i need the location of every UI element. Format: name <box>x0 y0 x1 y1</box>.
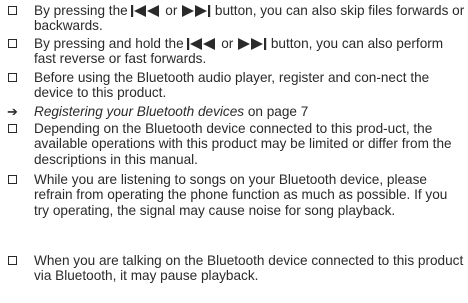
list-item-text: By pressing the or button, you can also … <box>34 3 465 34</box>
skip-back-icon <box>131 5 161 17</box>
checkbox-bullet-icon <box>8 124 17 133</box>
cross-reference: ➔ Registering your Bluetooth devices on … <box>7 104 466 119</box>
list-item-text: By pressing and hold the or button, you … <box>34 36 444 67</box>
list-item: When you are talking on the Bluetooth de… <box>8 253 466 284</box>
checkbox-bullet-icon <box>8 39 17 48</box>
list-item: Depending on the Bluetooth device connec… <box>8 121 466 167</box>
checkbox-bullet-icon <box>8 175 17 184</box>
list-item-text: Before using the Bluetooth audio player,… <box>34 70 430 101</box>
checkbox-bullet-icon <box>8 73 17 82</box>
list-item: By pressing and hold the or button, you … <box>8 36 466 67</box>
skip-back-icon <box>187 38 217 50</box>
skip-forward-icon <box>181 5 211 17</box>
arrow-reference-icon: ➔ <box>7 104 18 119</box>
checkbox-bullet-icon <box>8 6 17 15</box>
skip-forward-icon <box>237 38 267 50</box>
cross-reference-link[interactable]: Registering your Bluetooth devices <box>34 104 244 119</box>
list-item-text: Depending on the Bluetooth device connec… <box>34 121 452 167</box>
list-item-text: When you are talking on the Bluetooth de… <box>34 253 464 284</box>
list-item: By pressing the or button, you can also … <box>8 3 466 34</box>
list-item-text: While you are listening to songs on your… <box>34 172 448 218</box>
cross-reference-text: Registering your Bluetooth devices on pa… <box>34 104 309 119</box>
checkbox-bullet-icon <box>8 256 17 265</box>
list-item: Before using the Bluetooth audio player,… <box>8 70 466 101</box>
list-item: While you are listening to songs on your… <box>8 172 466 218</box>
